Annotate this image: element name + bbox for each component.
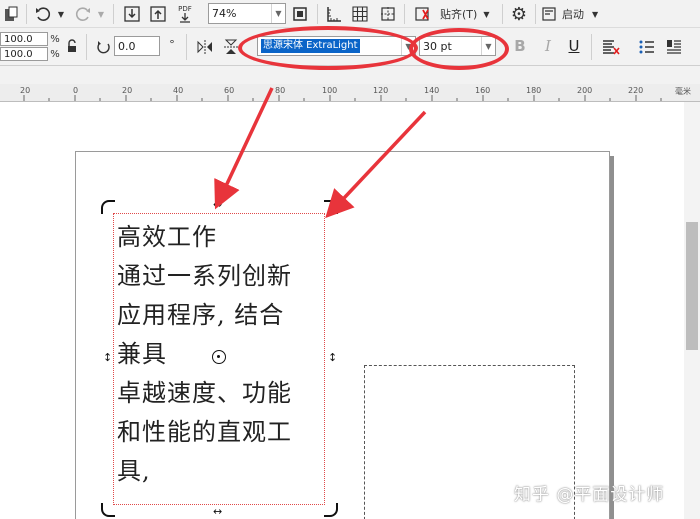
rotation-center-icon[interactable] <box>212 350 226 364</box>
horizontal-ruler[interactable]: 20 0 20 40 60 80 100 120 140 160 180 200… <box>0 84 700 102</box>
scale-y-input[interactable]: 100.0 <box>0 47 48 61</box>
grid-icon[interactable] <box>350 4 370 24</box>
ruler-label: 220 <box>628 86 644 95</box>
ruler-label: 40 <box>173 86 184 95</box>
scale-x-input[interactable]: 100.0 <box>0 32 48 46</box>
text-line: 和性能的直观工 <box>117 418 292 446</box>
undo-dropdown-icon[interactable]: ▼ <box>56 8 66 20</box>
scale-y-unit: % <box>50 48 60 60</box>
launch-label: 启动 <box>562 8 584 21</box>
paragraph-text[interactable]: 高效工作 通过一系列创新 应用程序, 结合 兼具 卓越速度、功能 和性能的直观工… <box>117 218 292 491</box>
scale-x-value: 100.0 <box>4 33 33 45</box>
skew-handle-bottom-icon[interactable]: ↔ <box>213 505 222 518</box>
skew-handle-top-icon[interactable]: ↔ <box>213 198 222 211</box>
mirror-horizontal-icon[interactable] <box>196 38 214 56</box>
rotate-handle-top-right[interactable] <box>324 200 338 214</box>
no-horizontal-align-icon[interactable] <box>601 37 621 57</box>
snap-label: 贴齐(T) <box>440 8 478 21</box>
text-line: 应用程序, 结合 <box>117 301 285 329</box>
text-line: 高效工作 <box>117 223 217 251</box>
annotation-oval-font <box>238 26 418 70</box>
snap-dropdown-icon[interactable]: ▼ <box>483 10 489 19</box>
redo-dropdown-icon[interactable]: ▼ <box>96 8 106 20</box>
rotate-handle-bottom-left[interactable] <box>101 503 115 517</box>
launch-dropdown-icon[interactable]: ▼ <box>592 10 598 19</box>
rotate-handle-top-left[interactable] <box>101 200 115 214</box>
options-gear-icon[interactable]: ⚙ <box>508 3 530 25</box>
zoom-dropdown-icon[interactable]: ▼ <box>271 4 285 23</box>
rotation-angle-value: 0.0 <box>118 39 136 53</box>
ruler-label: 140 <box>424 86 440 95</box>
full-screen-icon[interactable] <box>290 4 310 24</box>
snap-to-menu[interactable]: 贴齐(T) ▼ <box>440 5 489 23</box>
page-shadow <box>610 156 614 519</box>
drop-cap-icon[interactable] <box>664 37 684 57</box>
guidelines-icon[interactable] <box>378 4 398 24</box>
rulers-icon[interactable] <box>324 4 344 24</box>
scale-y-value: 100.0 <box>4 48 33 60</box>
ruler-label: 80 <box>275 86 286 95</box>
standard-toolbar: ▼ ▼ PDF 74% ▼ 贴齐(T) ▼ ⚙ 启动 ▼ <box>0 0 700 28</box>
zoom-level-combo[interactable]: 74% ▼ <box>208 3 286 24</box>
lock-ratio-icon[interactable] <box>65 38 79 54</box>
skew-handle-left-icon[interactable]: ↕ <box>103 351 112 364</box>
watermark-text: 知乎 @平面设计师 <box>514 485 665 505</box>
rotate-icon <box>95 38 113 56</box>
pdf-label: PDF <box>178 5 192 13</box>
ruler-label: 200 <box>577 86 593 95</box>
text-line: 兼具 <box>117 340 167 368</box>
scale-x-unit: % <box>50 33 60 45</box>
ruler-label: 20 <box>20 86 31 95</box>
export-icon[interactable] <box>148 4 168 24</box>
paste-icon[interactable] <box>2 5 20 23</box>
ruler-label: 120 <box>373 86 389 95</box>
degree-symbol: ° <box>169 37 175 51</box>
bold-button[interactable]: B <box>512 37 528 55</box>
annotation-oval-size <box>409 28 509 70</box>
import-icon[interactable] <box>122 4 142 24</box>
rotation-angle-input[interactable]: 0.0 <box>114 36 160 56</box>
text-line: 通过一系列创新 <box>117 262 292 290</box>
ruler-ticks <box>23 95 662 101</box>
zoom-level-value: 74% <box>212 7 237 20</box>
skew-handle-right-icon[interactable]: ↕ <box>328 351 337 364</box>
ruler-label: 100 <box>322 86 338 95</box>
text-line: 具, <box>117 457 151 485</box>
ruler-label: 0 <box>73 86 79 95</box>
redo-icon[interactable] <box>72 5 94 23</box>
text-line: 卓越速度、功能 <box>117 379 292 407</box>
launch-menu[interactable]: 启动 ▼ <box>542 5 598 23</box>
publish-pdf-button[interactable]: PDF <box>174 3 196 25</box>
snap-off-icon[interactable] <box>412 4 432 24</box>
underline-button[interactable]: U <box>566 37 582 55</box>
ruler-label: 180 <box>526 86 542 95</box>
ruler-label: 60 <box>224 86 235 95</box>
vertical-scrollbar-thumb[interactable] <box>686 222 698 350</box>
ruler-label: 160 <box>475 86 491 95</box>
ruler-label: 20 <box>122 86 133 95</box>
bullet-list-icon[interactable] <box>637 37 657 57</box>
undo-icon[interactable] <box>32 5 54 23</box>
italic-button[interactable]: I <box>540 37 556 55</box>
